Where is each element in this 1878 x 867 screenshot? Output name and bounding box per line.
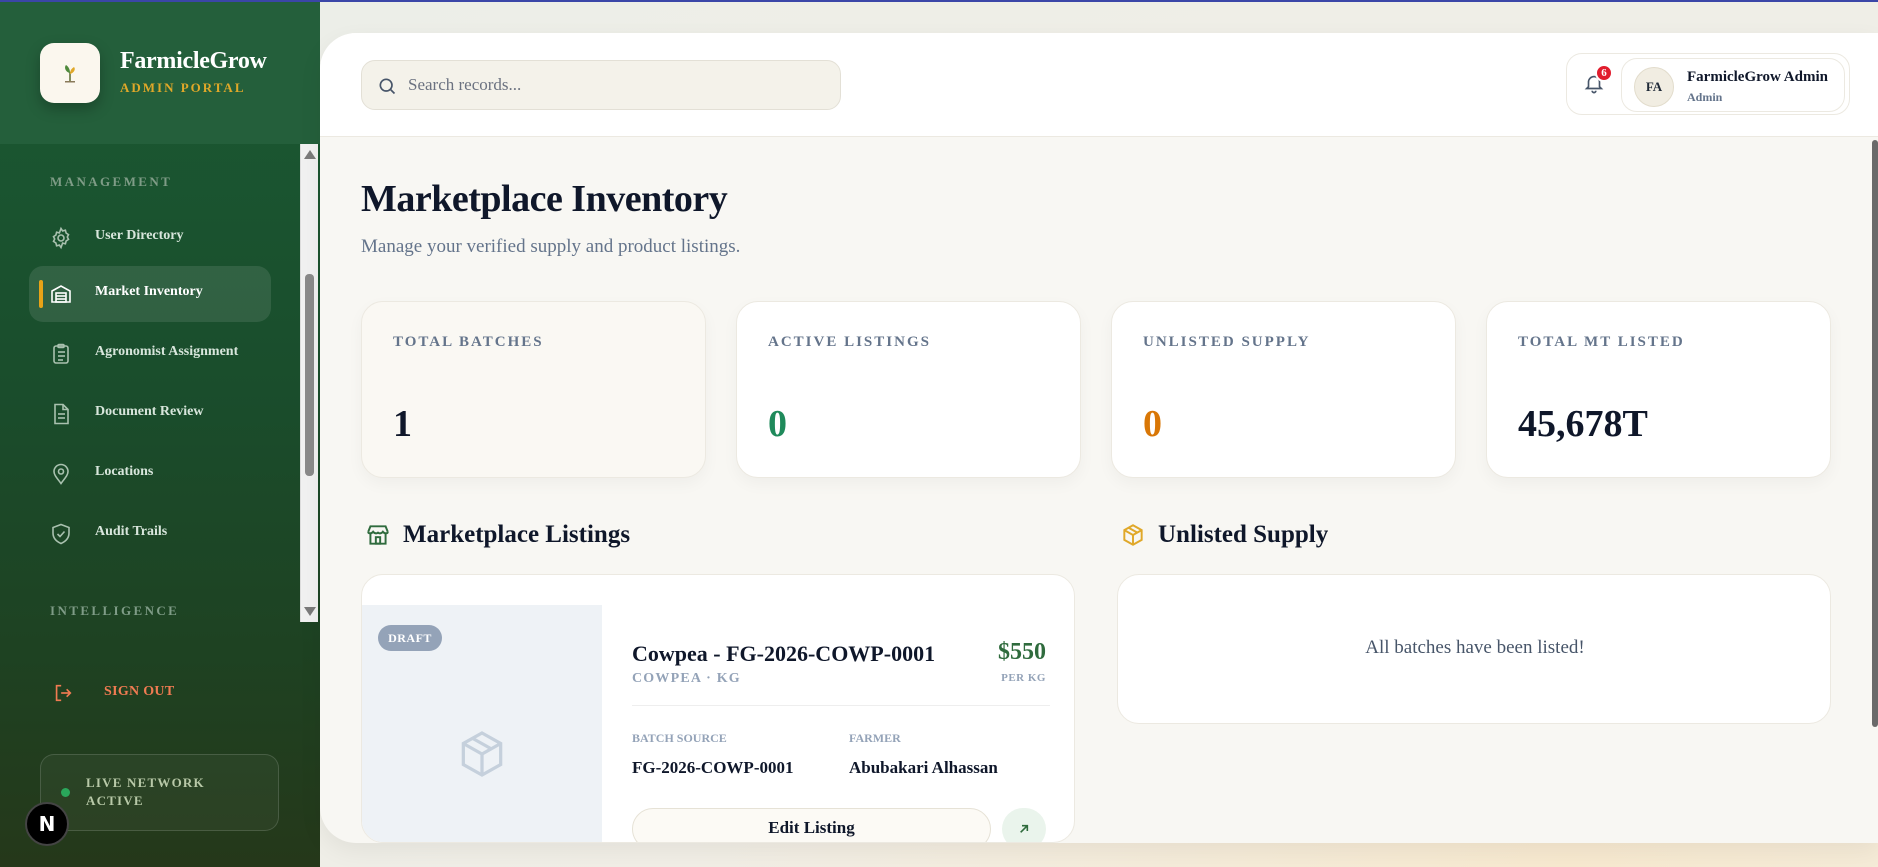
listing-title: Cowpea - FG-2026-COWP-0001 <box>632 641 936 666</box>
search-input[interactable] <box>408 73 808 97</box>
sprout-logo-icon <box>65 65 75 83</box>
status-dot-icon <box>61 788 70 797</box>
listing-subtitle: COWPEA · KG <box>632 671 741 686</box>
sidebar-item-user-directory[interactable]: User Directory <box>29 210 271 266</box>
sidebar-item-label: Agronomist Assignment <box>95 344 239 359</box>
price-unit: PER KG <box>1001 672 1046 684</box>
sign-out-button[interactable]: SIGN OUT <box>52 678 174 708</box>
unlisted-supply-card: All batches have been listed! <box>1117 574 1831 724</box>
stat-value: 1 <box>393 403 412 445</box>
page-title: Marketplace Inventory <box>361 178 728 220</box>
user-name: FarmicleGrow Admin <box>1687 69 1828 85</box>
avatar: FA <box>1634 67 1674 107</box>
section-title-text: Unlisted Supply <box>1158 521 1329 548</box>
live-network-status: LIVE NETWORK ACTIVE <box>40 754 279 831</box>
page-subtitle: Manage your verified supply and product … <box>361 236 741 257</box>
sidebar-item-label: Market Inventory <box>95 284 203 299</box>
batch-source-value: FG-2026-COWP-0001 <box>632 758 794 777</box>
stat-value: 0 <box>768 403 787 445</box>
arrow-up-right-icon <box>1020 824 1029 833</box>
clipboard-icon <box>53 343 69 364</box>
farmer-value: Abubakari Alhassan <box>849 758 998 777</box>
empty-message: All batches have been listed! <box>1365 637 1585 658</box>
logout-icon <box>55 684 72 702</box>
header-user-area: 6 FA FarmicleGrow Admin Admin <box>1566 53 1850 115</box>
sidebar-item-audit-trails[interactable]: Audit Trails <box>29 506 271 562</box>
store-icon <box>367 525 389 545</box>
stat-card-total-batches: TOTAL BATCHES 1 <box>361 301 706 478</box>
gear-icon <box>52 226 70 250</box>
map-pin-icon <box>53 463 69 485</box>
scroll-down-arrow-icon[interactable] <box>304 607 316 616</box>
stat-label: ACTIVE LISTINGS <box>768 334 931 350</box>
divider <box>632 705 1050 706</box>
open-listing-button[interactable] <box>1002 808 1046 842</box>
sidebar-item-label: User Directory <box>95 228 184 243</box>
sidebar-item-label: Document Review <box>95 404 204 419</box>
section-title-text: Marketplace Listings <box>403 521 631 548</box>
sidebar-item-document-review[interactable]: Document Review <box>29 386 271 442</box>
stat-label: UNLISTED SUPPLY <box>1143 334 1311 350</box>
notification-badge: 6 <box>1595 64 1613 82</box>
sidebar-item-label: Locations <box>95 464 154 479</box>
sidebar-item-locations[interactable]: Locations <box>29 446 271 502</box>
marketplace-listings-heading: Marketplace Listings <box>365 521 630 549</box>
main-scrollbar[interactable] <box>1872 140 1878 727</box>
document-icon <box>54 403 69 425</box>
scroll-thumb[interactable] <box>305 274 314 476</box>
sidebar-item-label: Audit Trails <box>95 524 168 539</box>
sidebar-nav: MANAGEMENT User Directory Market Invento… <box>0 144 300 622</box>
scroll-up-arrow-icon[interactable] <box>304 150 316 159</box>
logo[interactable] <box>40 43 100 103</box>
stat-card-total-mt-listed: TOTAL MT LISTED 45,678T <box>1486 301 1831 478</box>
sidebar: FarmicleGrow ADMIN PORTAL MANAGEMENT Use… <box>0 0 320 867</box>
top-header: 6 FA FarmicleGrow Admin Admin <box>320 33 1878 137</box>
brand-name: FarmicleGrow <box>120 48 267 74</box>
stat-label: TOTAL MT LISTED <box>1518 334 1685 350</box>
listing-card: DRAFT Cowpea - FG-2026-COWP-0001 COWPEA … <box>361 574 1075 843</box>
user-role: Admin <box>1687 90 1723 104</box>
brand-subtitle: ADMIN PORTAL <box>120 80 246 95</box>
unlisted-supply-heading: Unlisted Supply <box>1120 521 1328 549</box>
user-menu[interactable]: FA FarmicleGrow Admin Admin <box>1621 58 1845 112</box>
farmer-label: FARMER <box>849 731 901 745</box>
search-icon <box>379 78 396 95</box>
search-bar[interactable] <box>361 60 841 110</box>
stat-value: 45,678T <box>1518 403 1648 445</box>
package-icon <box>1123 524 1143 546</box>
stat-value: 0 <box>1143 403 1162 445</box>
package-placeholder-icon <box>461 731 503 777</box>
live-network-text: LIVE NETWORK ACTIVE <box>86 775 205 808</box>
listing-price: $550 <box>998 639 1046 665</box>
main-panel: 6 FA FarmicleGrow Admin Admin Marketplac… <box>320 33 1878 843</box>
sign-out-label: SIGN OUT <box>104 684 175 699</box>
sidebar-item-market-inventory[interactable]: Market Inventory <box>29 266 271 322</box>
status-badge: DRAFT <box>378 625 442 651</box>
stat-label: TOTAL BATCHES <box>393 334 544 350</box>
warehouse-icon <box>51 285 71 303</box>
batch-source-label: BATCH SOURCE <box>632 731 727 745</box>
active-indicator <box>39 280 43 308</box>
stat-card-active-listings: ACTIVE LISTINGS 0 <box>736 301 1081 478</box>
brand-header: FarmicleGrow ADMIN PORTAL <box>0 0 320 144</box>
shield-check-icon <box>52 523 70 545</box>
stat-card-unlisted-supply: UNLISTED SUPPLY 0 <box>1111 301 1456 478</box>
sidebar-item-agronomist-assignment[interactable]: Agronomist Assignment <box>29 326 271 382</box>
top-border <box>0 0 1878 2</box>
sidebar-scrollbar[interactable] <box>300 144 318 622</box>
section-label-management: MANAGEMENT <box>50 174 173 189</box>
edit-listing-button[interactable]: Edit Listing <box>632 808 991 842</box>
dev-tools-badge[interactable]: N <box>25 802 69 846</box>
section-label-intelligence: INTELLIGENCE <box>50 603 180 618</box>
